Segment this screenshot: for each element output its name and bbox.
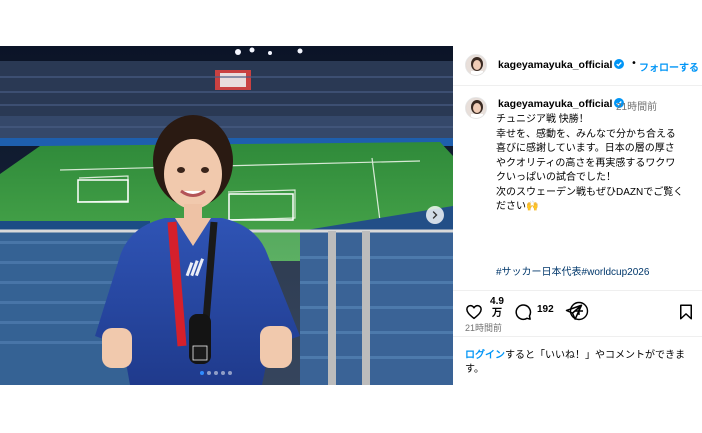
like-count-number: 4.9 <box>490 296 504 307</box>
carousel-next-button[interactable] <box>426 206 444 224</box>
bookmark-icon[interactable] <box>677 303 695 321</box>
profile-photo <box>466 98 486 118</box>
carousel-dot <box>200 371 204 375</box>
comment-count[interactable]: 192 <box>537 304 554 315</box>
caption-line: 喜びに感謝しています。日本の層の厚さ <box>496 143 675 154</box>
post-caption: kageyamayuka_official 21時間前 チュニジア戦 快勝！ 幸… <box>453 87 702 321</box>
like-count[interactable]: 4.9 万 <box>486 296 508 320</box>
carousel-indicator <box>200 371 232 375</box>
avatar[interactable] <box>465 97 487 119</box>
post-header: kageyamayuka_official • フォローする <box>453 46 702 86</box>
caption-line: 幸せを、感動を、みんなで分かち合える <box>496 128 676 140</box>
login-prompt-text: ログインすると「いいね！」やコメントができます。 <box>465 349 695 377</box>
heart-icon[interactable] <box>465 303 483 321</box>
verified-badge-icon <box>614 59 625 69</box>
post-photo[interactable] <box>0 46 453 385</box>
caption-username-link[interactable]: kageyamayuka_official <box>498 98 625 110</box>
chevron-right-icon <box>432 211 438 219</box>
follow-button[interactable]: フォローする <box>639 59 699 74</box>
caption-line: クいっぱいの試合でした！ <box>496 172 616 183</box>
avatar[interactable] <box>465 54 487 76</box>
instagram-post: kageyamayuka_official • フォローする kageyamay… <box>0 46 702 385</box>
login-link[interactable]: ログイン <box>465 350 505 361</box>
login-prompt: ログインすると「いいね！」やコメントができます。 <box>453 336 702 385</box>
username-text: kageyamayuka_official <box>498 59 613 71</box>
carousel-dot <box>207 371 211 375</box>
carousel-dot <box>221 371 225 375</box>
separator-dot: • <box>631 58 637 69</box>
hashtag-links[interactable]: #サッカー日本代表#worldcup2026 <box>496 263 649 278</box>
like-count-unit: 万 <box>492 308 502 319</box>
caption-text: チュニジア戦 快勝！ 幸せを、感動を、みんなで分かち合える 喜びに感謝しています… <box>496 113 696 215</box>
carousel-dot <box>228 371 232 375</box>
caption-line: チュニジア戦 快勝！ <box>496 114 589 125</box>
username-text: kageyamayuka_official <box>498 98 613 110</box>
caption-time[interactable]: 21時間前 <box>616 98 657 113</box>
post-side-panel: kageyamayuka_official • フォローする kageyamay… <box>453 46 702 385</box>
caption-line: やクオリティの高さを再実感するワクワ <box>496 157 676 169</box>
caption-line: 次のスウェーデン戦もぜひDAZNでご覧く <box>496 186 684 198</box>
username-link[interactable]: kageyamayuka_official <box>498 59 625 71</box>
share-icon[interactable] <box>565 303 583 321</box>
comment-icon[interactable] <box>514 303 532 321</box>
post-timestamp[interactable]: 21時間前 <box>465 321 502 334</box>
caption-line: ださい🙌 <box>496 201 539 212</box>
carousel-dot <box>214 371 218 375</box>
profile-photo <box>466 55 486 75</box>
stadium-photo <box>0 46 453 385</box>
